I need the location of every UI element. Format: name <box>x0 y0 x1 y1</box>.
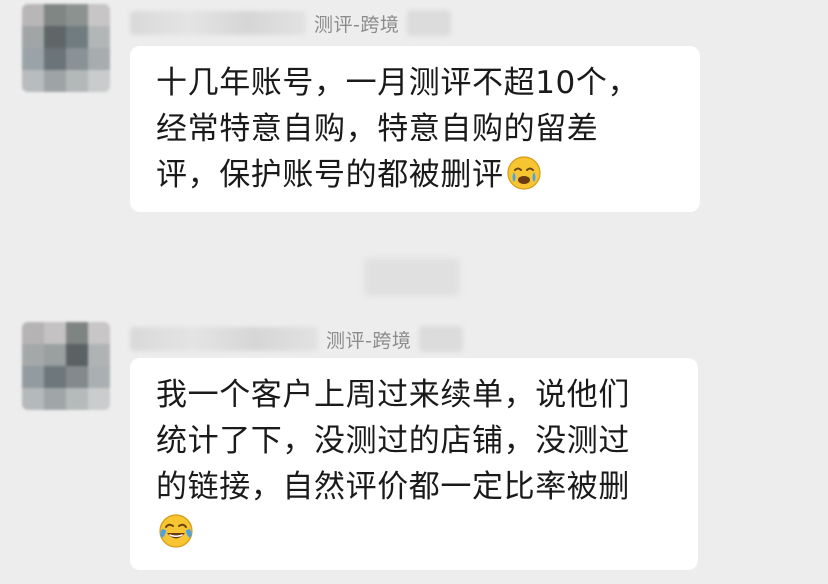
chat-message-1: 测评-跨境 十几年账号，一月测评不超10个， 经常特意自购，特意自购的留差 评，… <box>0 0 828 260</box>
blurred-timestamp <box>364 258 460 296</box>
message-line: 的链接，自然评价都一定比率被删 <box>156 469 630 505</box>
crying-face-icon <box>507 156 541 190</box>
group-tag: 测评-跨境 <box>326 329 412 352</box>
avatar[interactable] <box>22 322 110 410</box>
message-line: 十几年账号，一月测评不超10个， <box>156 65 640 101</box>
blurred-sender-name <box>130 11 306 35</box>
blurred-sender-name <box>130 327 318 351</box>
sender-name-row: 测评-跨境 <box>130 322 464 356</box>
message-bubble[interactable]: 十几年账号，一月测评不超10个， 经常特意自购，特意自购的留差 评，保护账号的都… <box>130 46 700 212</box>
message-line-text: 评，保护账号的都被删评 <box>156 157 504 193</box>
tears-of-joy-icon <box>159 514 193 548</box>
message-line-with-emoji <box>156 510 672 556</box>
message-line: 统计了下，没测过的店铺，没测过 <box>156 423 630 459</box>
message-bubble[interactable]: 我一个客户上周过来续单，说他们 统计了下，没测过的店铺，没测过 的链接，自然评价… <box>130 358 698 570</box>
message-line: 经常特意自购，特意自购的留差 <box>156 111 599 147</box>
message-line-with-emoji: 评，保护账号的都被删评 <box>156 152 674 198</box>
blurred-sender-suffix <box>407 10 452 36</box>
chat-message-2: 测评-跨境 我一个客户上周过来续单，说他们 统计了下，没测过的店铺，没测过 的链… <box>0 300 828 584</box>
avatar[interactable] <box>22 4 110 92</box>
blurred-sender-suffix <box>419 326 464 352</box>
group-tag: 测评-跨境 <box>314 13 400 36</box>
sender-name-row: 测评-跨境 <box>130 6 452 40</box>
message-line: 我一个客户上周过来续单，说他们 <box>156 377 630 413</box>
